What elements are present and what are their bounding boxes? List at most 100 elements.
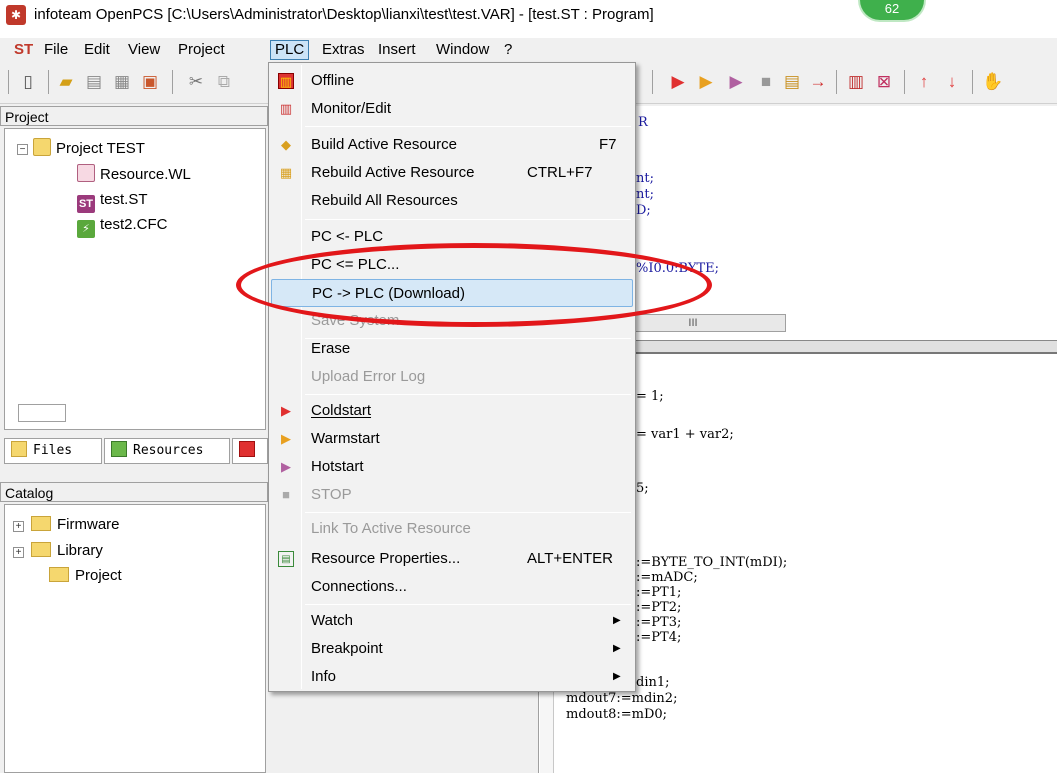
rebuild-icon: ▦ [279, 165, 293, 180]
collapse-toggle[interactable]: − [17, 144, 28, 155]
tab-files[interactable]: Files [4, 438, 102, 464]
menu-item-rebuild-active[interactable]: ▦ Rebuild Active Resource CTRL+F7 [271, 159, 633, 187]
step-icon[interactable]: → [808, 72, 828, 92]
menu-item-label: Breakpoint [311, 640, 383, 657]
menu-item-warmstart[interactable]: ▶ Warmstart [271, 425, 633, 453]
menu-project[interactable]: Project [174, 40, 229, 60]
tree-item-project[interactable]: Project TEST [33, 138, 145, 160]
code-line: R [638, 115, 648, 130]
menu-file[interactable]: File [40, 40, 72, 60]
tree-item-test-st[interactable]: ST test.ST [77, 189, 148, 213]
expand-toggle[interactable]: + [13, 521, 24, 532]
code-line: :=PT2; [636, 600, 682, 615]
menu-item-erase[interactable]: Erase [271, 335, 633, 363]
menu-item-label: Rebuild Active Resource [311, 164, 475, 181]
monitor-edit-icon: ▥ [279, 101, 293, 116]
code-line: nt; [636, 171, 654, 186]
menu-item-offline[interactable]: ▥ Offline [271, 67, 633, 95]
tree-item-resource[interactable]: Resource.WL [77, 164, 191, 186]
submenu-arrow-icon: ▶ [613, 615, 621, 626]
catalog-firmware-label: Firmware [57, 516, 120, 533]
menu-item-hotstart[interactable]: ▶ Hotstart [271, 453, 633, 481]
menu-item-info[interactable]: Info ▶ [271, 663, 633, 691]
catalog-item-project[interactable]: Project [49, 565, 122, 587]
arrow-down-icon[interactable]: ↓ [942, 72, 962, 92]
menu-item-label: STOP [311, 486, 352, 503]
st-doc-icon[interactable]: ST [10, 40, 37, 60]
save-all-icon[interactable]: ▦ [112, 72, 132, 92]
files-tab-icon [11, 441, 27, 457]
catalog-library-label: Library [57, 542, 103, 559]
watch-icon[interactable]: ⊠ [874, 72, 894, 92]
menu-item-label: Hotstart [311, 458, 364, 475]
code-line: = 1; [636, 389, 664, 404]
menu-item-label: Watch [311, 612, 353, 629]
tab-library[interactable] [232, 438, 268, 464]
menu-item-build-active[interactable]: ◆ Build Active Resource F7 [271, 131, 633, 159]
menu-item-stop[interactable]: ■ STOP [271, 481, 633, 509]
catalog-item-library[interactable]: Library [31, 540, 103, 562]
menu-item-upload-error-log[interactable]: Upload Error Log [271, 363, 633, 391]
properties-icon: ▤ [278, 551, 294, 567]
code-line: :=BYTE_TO_INT(mDI); [636, 555, 788, 570]
copy-icon[interactable]: ⧉ [214, 72, 234, 92]
menu-item-watch[interactable]: Watch ▶ [271, 607, 633, 635]
arrow-up-icon[interactable]: ↑ [914, 72, 934, 92]
project-hscroll-thumb[interactable] [18, 404, 66, 422]
menu-window[interactable]: Window [432, 40, 493, 60]
expand-toggle[interactable]: + [13, 547, 24, 558]
code-line: :=mADC; [636, 570, 698, 585]
cfc-file-label: test2.CFC [100, 216, 168, 233]
project-panel: Project − Project TEST Resource.WL ST tes… [0, 106, 268, 521]
menu-extras[interactable]: Extras [318, 40, 369, 60]
openpcs-window: ✱ infoteam OpenPCS [C:\Users\Administrat… [0, 0, 1057, 773]
catalog-panel-header: Catalog [0, 482, 268, 502]
menu-item-rebuild-all[interactable]: Rebuild All Resources [271, 187, 633, 215]
toolbar-separator [652, 70, 653, 94]
menu-item-monitor-edit[interactable]: ▥ Monitor/Edit [271, 95, 633, 123]
project-panel-header: Project [0, 106, 268, 126]
menu-item-link-active-resource[interactable]: Link To Active Resource [271, 515, 633, 543]
catalog-item-firmware[interactable]: Firmware [31, 514, 120, 536]
project-tree: − Project TEST Resource.WL ST test.ST ⚡ te… [4, 128, 266, 430]
tab-resources[interactable]: Resources [104, 438, 230, 464]
menu-view[interactable]: View [124, 40, 164, 60]
menu-edit[interactable]: Edit [80, 40, 114, 60]
folder-icon [31, 542, 51, 557]
code-line: mdout8:=mD0; [566, 707, 668, 722]
hand-icon[interactable]: ✋ [982, 72, 1003, 92]
menu-separator [305, 219, 631, 220]
tree-item-test2-cfc[interactable]: ⚡ test2.CFC [77, 214, 168, 238]
menu-help[interactable]: ? [500, 40, 516, 60]
resource-file-icon [77, 164, 95, 182]
annotation-ellipse [236, 243, 712, 327]
code-line: nt; [636, 187, 654, 202]
menu-item-label: Connections... [311, 578, 407, 595]
catalog-panel: Catalog + Firmware + Library Project [0, 482, 268, 773]
toolbar-separator [48, 70, 49, 94]
code-line: = var1 + var2; [636, 427, 734, 442]
catalog-tree: + Firmware + Library Project [4, 504, 266, 773]
print-icon[interactable]: ▣ [140, 72, 160, 92]
menu-item-label: Erase [311, 340, 351, 357]
menu-item-resource-properties[interactable]: ▤ Resource Properties... ALT+ENTER [271, 545, 633, 573]
stop-icon[interactable]: ■ [756, 72, 776, 92]
menu-separator [305, 604, 631, 605]
save-icon[interactable]: ▤ [84, 72, 104, 92]
open-folder-icon[interactable]: ▰ [56, 72, 76, 92]
coldstart-icon[interactable]: ▶ [668, 72, 688, 92]
toolbar-separator [172, 70, 173, 94]
hotstart-icon[interactable]: ▶ [726, 72, 746, 92]
menu-item-coldstart[interactable]: ▶ Coldstart [271, 397, 633, 425]
warmstart-icon[interactable]: ▶ [696, 72, 716, 92]
menu-insert[interactable]: Insert [374, 40, 420, 60]
monitor-icon[interactable]: ▥ [846, 72, 866, 92]
menu-item-connections[interactable]: Connections... [271, 573, 633, 601]
st-file-label: test.ST [100, 191, 148, 208]
resource-icon[interactable]: ▤ [782, 72, 802, 92]
menu-plc[interactable]: PLC [270, 40, 310, 60]
cut-icon[interactable]: ✂ [186, 72, 206, 92]
new-file-icon[interactable]: ▯ [18, 72, 38, 92]
menu-item-breakpoint[interactable]: Breakpoint ▶ [271, 635, 633, 663]
code-line: din1; [636, 675, 670, 690]
